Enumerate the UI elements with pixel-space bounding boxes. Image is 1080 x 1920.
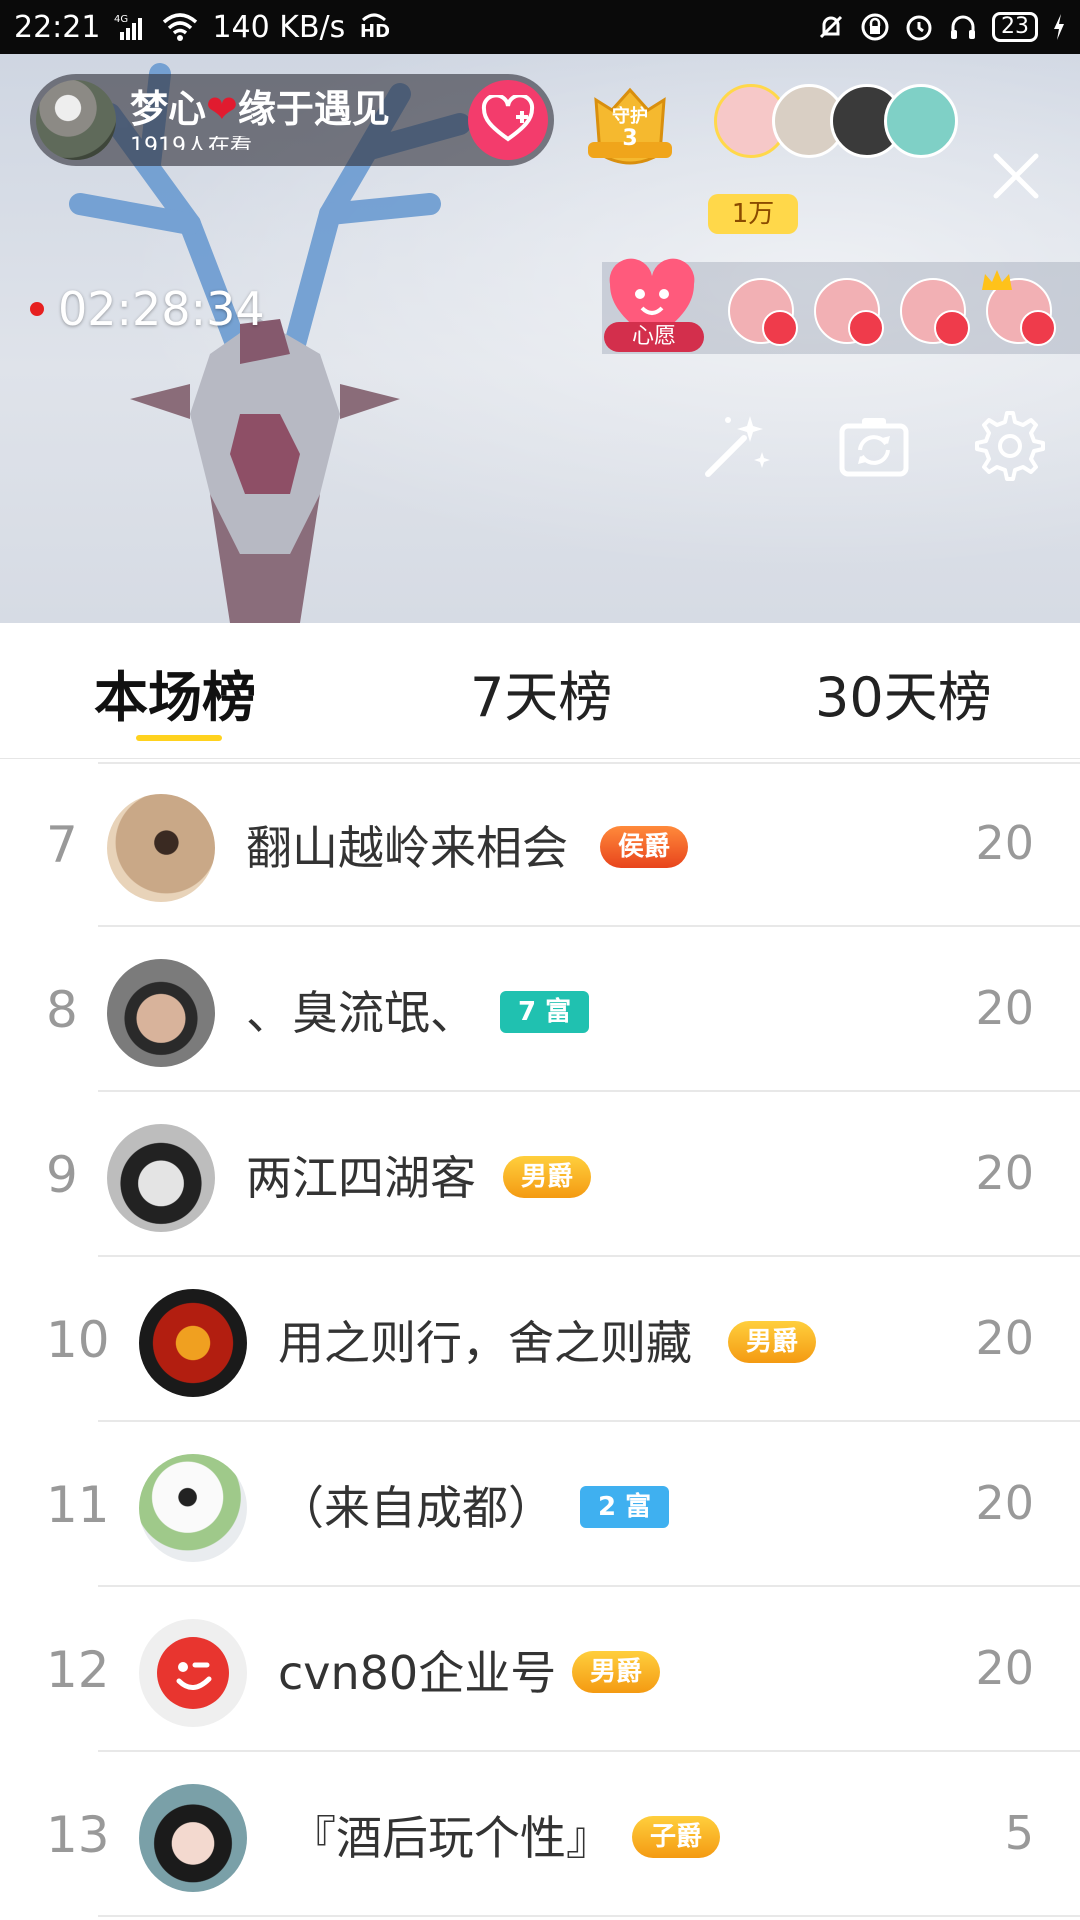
follow-heart-button[interactable] <box>468 80 548 160</box>
seat-avatar[interactable] <box>814 278 884 346</box>
user-avatar[interactable] <box>139 1619 247 1727</box>
user-avatar[interactable] <box>107 1124 215 1232</box>
score: 20 <box>975 1641 1034 1695</box>
lock-icon <box>860 12 890 42</box>
user-avatar[interactable] <box>139 1784 247 1892</box>
rank-badge: 男爵 <box>728 1321 817 1363</box>
user-avatar[interactable] <box>107 959 215 1067</box>
wealth-badge: 2 富 <box>580 1486 670 1528</box>
sofa-icon <box>934 310 970 346</box>
cellular-signal-icon: 4G <box>114 12 148 42</box>
mute-bell-icon <box>816 12 846 42</box>
rank-number: 11 <box>46 1476 110 1534</box>
rank-badge: 侯爵 <box>600 826 689 868</box>
app-logo-icon <box>157 1637 229 1709</box>
leaderboard-row[interactable]: 9 两江四湖客 男爵 20 <box>0 1092 1080 1257</box>
wifi-icon <box>162 12 198 42</box>
user-name: cvn80企业号 <box>278 1646 557 1700</box>
rank-number: 9 <box>46 1146 78 1204</box>
rank-badge: 男爵 <box>503 1156 592 1198</box>
leaderboard-row[interactable]: 7 翻山越岭来相会 侯爵 20 <box>0 762 1080 927</box>
user-name: 、臭流氓、 <box>246 986 476 1040</box>
score: 20 <box>975 1311 1034 1365</box>
rank-number: 7 <box>46 816 78 874</box>
user-name: 翻山越岭来相会 <box>246 821 568 875</box>
recording-dot <box>30 302 44 316</box>
top-viewers[interactable] <box>714 84 958 184</box>
active-tab-indicator <box>136 735 222 741</box>
camera-switch-icon[interactable] <box>836 408 912 484</box>
rank-number: 8 <box>46 981 78 1039</box>
svg-text:4G: 4G <box>114 14 128 25</box>
guard-count: 3 <box>622 126 638 151</box>
close-icon[interactable] <box>986 146 1046 206</box>
viewer-count: 1919人在看 <box>130 136 252 150</box>
tab-this-session[interactable]: 本场榜 <box>94 653 256 732</box>
user-avatar[interactable] <box>139 1289 247 1397</box>
user-avatar[interactable] <box>139 1454 247 1562</box>
ranking-tabs: 本场榜 7天榜 30天榜 <box>0 623 1080 759</box>
seat-avatar[interactable] <box>900 278 970 346</box>
sofa-icon <box>762 310 798 346</box>
viewer-avatar[interactable] <box>884 84 958 158</box>
rank-number: 10 <box>46 1311 110 1369</box>
leaderboard-list[interactable]: 7 翻山越岭来相会 侯爵 20 8 、臭流氓、 7 富 20 9 两江四湖客 男… <box>0 762 1080 1920</box>
host-info-pill[interactable]: 梦心❤缘于遇见 1919人在看 <box>30 74 554 166</box>
live-timer: 02:28:34 <box>30 282 265 336</box>
guard-badge[interactable]: 守护 3 <box>582 80 678 176</box>
user-name: 『酒后玩个性』 <box>290 1811 612 1865</box>
leaderboard-row[interactable]: 13 『酒后玩个性』 子爵 5 <box>0 1752 1080 1917</box>
live-video-area[interactable]: 梦心❤缘于遇见 1919人在看 守护 3 1万 02:28:34 心愿 <box>0 54 1080 623</box>
hd-voice-icon: HD <box>359 12 389 42</box>
heart-plus-icon <box>481 95 535 142</box>
wish-label[interactable]: 心愿 <box>604 322 704 352</box>
user-name: 两江四湖客 <box>246 1151 476 1205</box>
settings-gear-icon[interactable] <box>972 408 1048 484</box>
contribution-tag: 1万 <box>708 194 798 234</box>
divider <box>98 1915 1080 1917</box>
rank-badge: 子爵 <box>632 1816 721 1858</box>
leaderboard-row[interactable]: 12 cvn80企业号 男爵 20 <box>0 1587 1080 1752</box>
crown-icon <box>982 270 1012 290</box>
score: 20 <box>975 1476 1034 1530</box>
tab-30-days[interactable]: 30天榜 <box>815 653 992 732</box>
sofa-icon <box>1020 310 1056 346</box>
rank-number: 12 <box>46 1641 110 1699</box>
score: 20 <box>975 816 1034 870</box>
svg-text:HD: HD <box>360 21 389 42</box>
score: 20 <box>975 981 1034 1035</box>
leaderboard-row[interactable]: 11 （来自成都） 2 富 20 <box>0 1422 1080 1587</box>
wealth-badge: 7 富 <box>500 991 590 1033</box>
user-avatar[interactable] <box>107 794 215 902</box>
alarm-icon <box>904 12 934 42</box>
user-name: 用之则行，舍之则藏 <box>278 1316 692 1370</box>
status-time: 22:21 <box>14 9 101 45</box>
tab-7-days[interactable]: 7天榜 <box>470 653 612 732</box>
charging-bolt-icon <box>1052 12 1066 42</box>
network-speed: 140 KB/s <box>212 9 346 45</box>
score: 20 <box>975 1146 1034 1200</box>
magic-wand-icon[interactable] <box>698 408 774 484</box>
host-avatar[interactable] <box>36 80 116 160</box>
status-bar: 22:21 4G 140 KB/s HD 23 <box>0 0 1080 54</box>
leaderboard-row[interactable]: 10 用之则行，舍之则藏 男爵 20 <box>0 1257 1080 1422</box>
guard-label: 守护 <box>612 106 648 127</box>
rank-number: 13 <box>46 1806 110 1864</box>
headphones-icon <box>948 12 978 42</box>
host-name: 梦心❤缘于遇见 <box>130 87 390 131</box>
leaderboard-row[interactable]: 8 、臭流氓、 7 富 20 <box>0 927 1080 1092</box>
timer-text: 02:28:34 <box>58 282 265 336</box>
sofa-icon <box>848 310 884 346</box>
seat-avatar[interactable] <box>728 278 798 346</box>
user-name: （来自成都） <box>278 1481 554 1535</box>
score: 5 <box>1004 1806 1034 1860</box>
rank-badge: 男爵 <box>572 1651 661 1693</box>
battery-indicator: 23 <box>992 12 1038 42</box>
